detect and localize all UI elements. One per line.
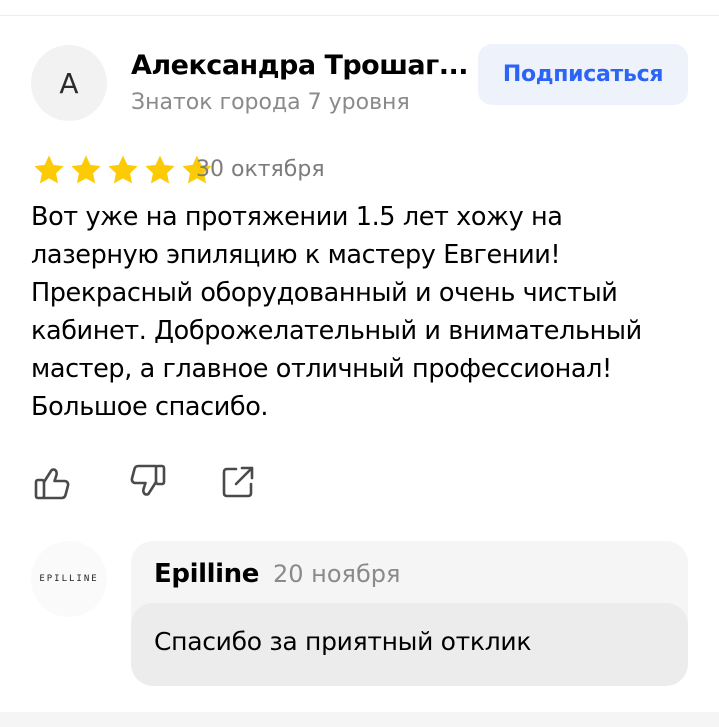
reply-text: Спасибо за приятный отклик <box>154 627 532 656</box>
top-divider <box>0 15 719 16</box>
review-text: Вот уже на протяжении 1.5 лет хожу на ла… <box>31 202 642 422</box>
bottom-divider <box>0 712 719 727</box>
reply-header: Epilline 20 ноября <box>154 559 400 589</box>
star-icon <box>71 155 101 184</box>
star-icon <box>108 155 138 184</box>
author-level: Знаток города 7 уровня <box>131 90 410 115</box>
reply-date: 20 ноября <box>272 560 401 588</box>
subscribe-button[interactable]: Подписаться <box>478 44 688 105</box>
avatar-initial: А <box>59 66 79 100</box>
author-name[interactable]: Александра Трошаг... <box>131 50 469 81</box>
owner-reply: Epilline 20 ноября Спасибо за приятный о… <box>131 541 688 686</box>
rating-stars <box>32 153 214 187</box>
star-icon <box>34 155 64 184</box>
like-icon[interactable] <box>32 460 76 504</box>
dislike-icon[interactable] <box>124 460 168 504</box>
share-icon[interactable] <box>216 460 260 504</box>
brand-logo-text: EPILLINE <box>39 574 99 584</box>
brand-logo[interactable]: EPILLINE <box>31 541 107 617</box>
review-date: 30 октября <box>196 157 325 182</box>
star-icon <box>145 155 175 184</box>
reply-bubble: Спасибо за приятный отклик <box>131 603 688 686</box>
reply-author[interactable]: Epilline <box>154 559 259 589</box>
avatar[interactable]: А <box>31 45 107 121</box>
